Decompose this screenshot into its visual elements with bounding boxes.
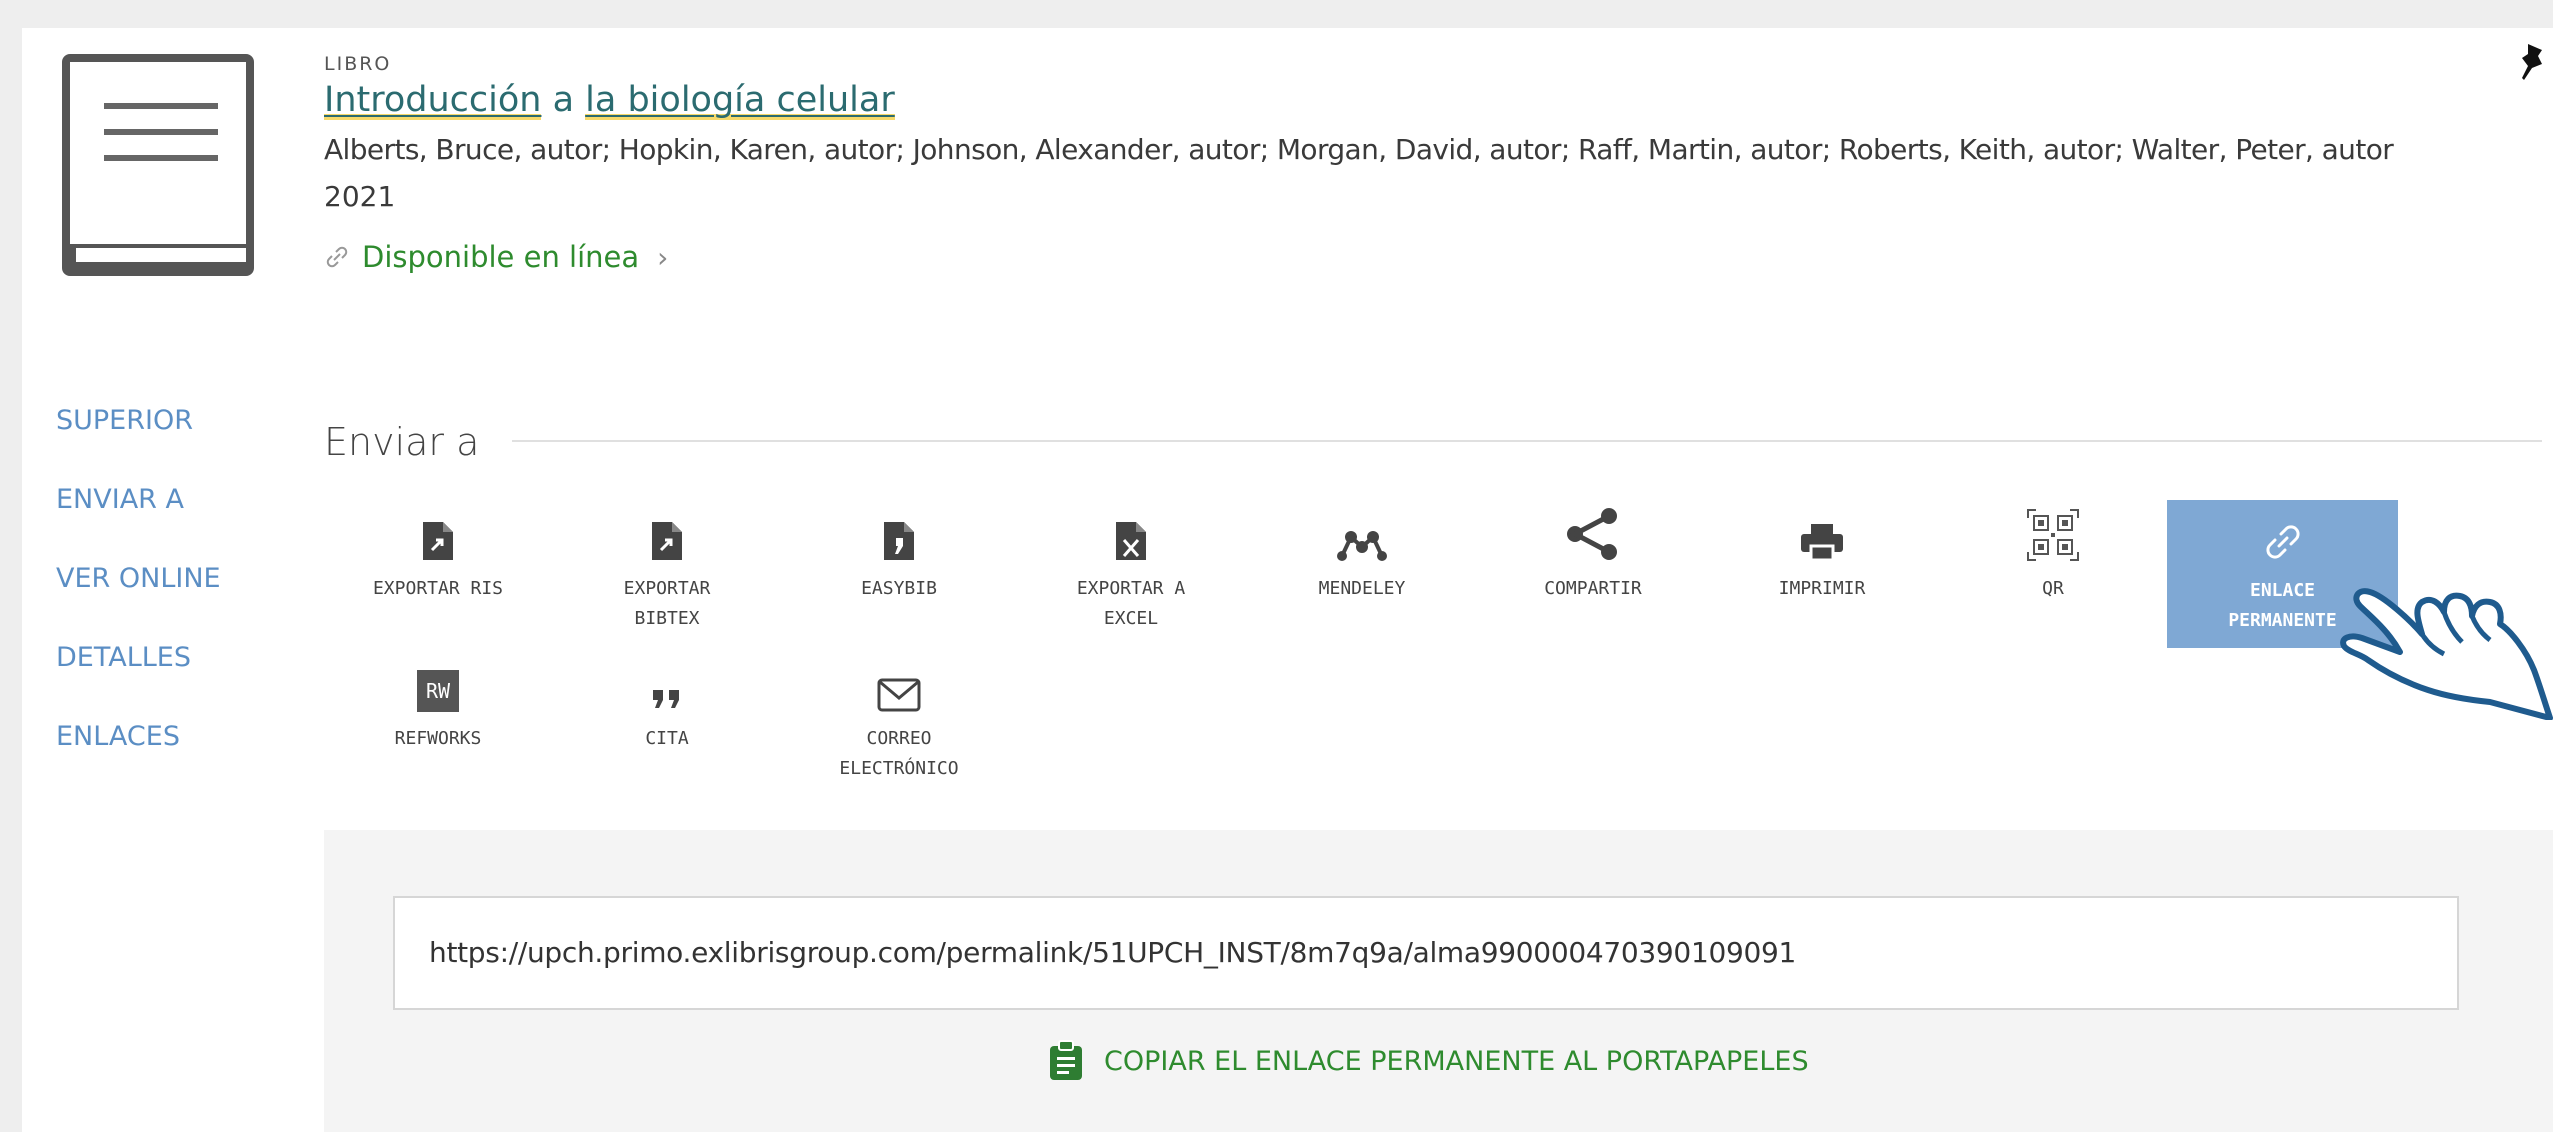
- action-label: EXPORTAR BIBTEX: [623, 578, 711, 629]
- record-authors: Alberts, Bruce, autor; Hopkin, Karen, au…: [324, 133, 2394, 166]
- share-icon: [1567, 508, 1617, 560]
- link-icon: [326, 246, 348, 268]
- action-label: EASYBIB: [861, 578, 937, 599]
- record-type: LIBRO: [324, 53, 392, 75]
- cite-button[interactable]: CITA: [572, 662, 762, 754]
- title-highlight-2: la biología celular: [585, 80, 895, 120]
- refworks-icon: RW: [417, 670, 459, 712]
- nav-enviar-a[interactable]: ENVIAR A: [56, 479, 221, 558]
- send-to-heading: Enviar a: [324, 420, 480, 464]
- pointing-hand-icon: [2340, 588, 2553, 720]
- refworks-button[interactable]: RW REFWORKS: [343, 662, 533, 754]
- nav-enlaces[interactable]: ENLACES: [56, 716, 221, 795]
- permalink-url-field[interactable]: https://upch.primo.exlibrisgroup.com/per…: [393, 896, 2459, 1010]
- qr-code-icon: [2027, 509, 2079, 561]
- print-button[interactable]: IMPRIMIR: [1727, 512, 1917, 604]
- action-label: MENDELEY: [1318, 578, 1406, 599]
- link-icon: [2265, 525, 2300, 559]
- mendeley-button[interactable]: MENDELEY: [1267, 512, 1457, 604]
- quote-icon: [653, 690, 679, 708]
- export-ris-button[interactable]: EXPORTAR RIS: [343, 512, 533, 604]
- action-label: IMPRIMIR: [1778, 578, 1866, 599]
- copy-permalink-label: COPIAR EL ENLACE PERMANENTE AL PORTAPAPE…: [1104, 1045, 1809, 1077]
- side-navigation: SUPERIOR ENVIAR A VER ONLINE DETALLES EN…: [56, 400, 221, 795]
- title-connector: a: [541, 80, 586, 120]
- action-label: CORREO ELECTRÓNICO: [839, 728, 959, 779]
- qr-button[interactable]: QR: [1958, 509, 2148, 604]
- share-button[interactable]: COMPARTIR: [1498, 508, 1688, 604]
- file-export-icon: [652, 522, 682, 560]
- pin-icon[interactable]: [2518, 42, 2548, 84]
- action-label: EXPORTAR RIS: [372, 578, 504, 599]
- export-excel-button[interactable]: EXPORTAR A EXCEL: [1036, 512, 1226, 634]
- mendeley-icon: [1337, 531, 1387, 561]
- action-label: QR: [2042, 578, 2064, 599]
- record-year: 2021: [324, 180, 396, 213]
- book-cover-icon[interactable]: [58, 52, 258, 278]
- nav-detalles[interactable]: DETALLES: [56, 637, 221, 716]
- email-button[interactable]: CORREO ELECTRÓNICO: [804, 662, 994, 784]
- export-bibtex-button[interactable]: EXPORTAR BIBTEX: [572, 512, 762, 634]
- action-label: REFWORKS: [394, 728, 482, 749]
- chevron-right-icon: ›: [657, 240, 669, 274]
- envelope-icon: [877, 678, 921, 712]
- copy-permalink-button[interactable]: COPIAR EL ENLACE PERMANENTE AL PORTAPAPE…: [1048, 1040, 1809, 1082]
- printer-icon: [1801, 524, 1843, 562]
- file-export-icon: [423, 522, 453, 560]
- easybib-icon: [884, 522, 914, 560]
- clipboard-icon: [1050, 1040, 1082, 1080]
- nav-superior[interactable]: SUPERIOR: [56, 400, 221, 479]
- availability-link[interactable]: Disponible en línea ›: [324, 240, 668, 274]
- excel-file-icon: [1116, 522, 1146, 560]
- action-label: EXPORTAR A EXCEL: [1076, 578, 1186, 629]
- title-highlight-1: Introducción: [324, 80, 542, 120]
- easybib-button[interactable]: EASYBIB: [804, 512, 994, 604]
- nav-ver-online[interactable]: VER ONLINE: [56, 558, 221, 637]
- record-title[interactable]: Introducción a la biología celular: [324, 80, 895, 120]
- action-label: CITA: [645, 728, 689, 749]
- action-label: COMPARTIR: [1544, 578, 1642, 599]
- availability-label: Disponible en línea: [362, 240, 640, 274]
- section-divider: [512, 440, 2542, 442]
